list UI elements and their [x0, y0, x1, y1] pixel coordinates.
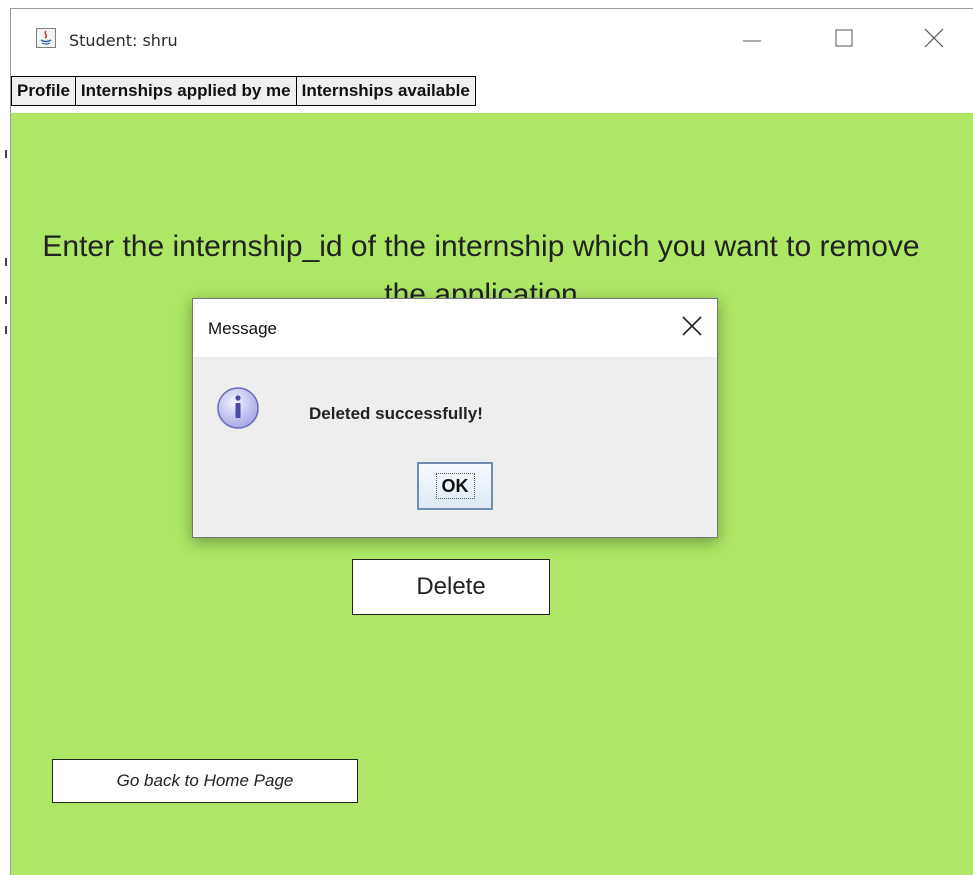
minimize-icon[interactable] [729, 21, 775, 55]
tab-internships-applied[interactable]: Internships applied by me [74, 76, 297, 106]
delete-button[interactable]: Delete [352, 559, 550, 615]
edge-mark [5, 296, 7, 304]
info-icon [215, 386, 261, 432]
java-app-icon [36, 28, 56, 48]
ok-button[interactable]: OK [417, 462, 493, 510]
dialog-message: Deleted successfully! [309, 404, 483, 423]
title-bar[interactable]: Student: shru [11, 9, 973, 73]
home-page-button[interactable]: Go back to Home Page [52, 759, 358, 803]
close-icon[interactable] [911, 21, 957, 55]
tab-profile[interactable]: Profile [11, 76, 76, 106]
background-window-edge [0, 0, 10, 874]
edge-mark [5, 258, 7, 266]
message-dialog: Message Deleted successfully! OK [192, 298, 718, 538]
dialog-title: Message [208, 319, 277, 338]
edge-mark [5, 150, 7, 158]
maximize-icon[interactable] [821, 21, 867, 55]
window-title: Student: shru [69, 31, 178, 50]
edge-mark [5, 326, 7, 334]
close-icon[interactable] [679, 313, 705, 339]
tab-bar: Profile Internships applied by me Intern… [11, 76, 476, 106]
dialog-title-bar[interactable]: Message [193, 299, 717, 357]
tab-internships-available[interactable]: Internships available [295, 76, 476, 106]
ok-button-label: OK [435, 473, 475, 499]
